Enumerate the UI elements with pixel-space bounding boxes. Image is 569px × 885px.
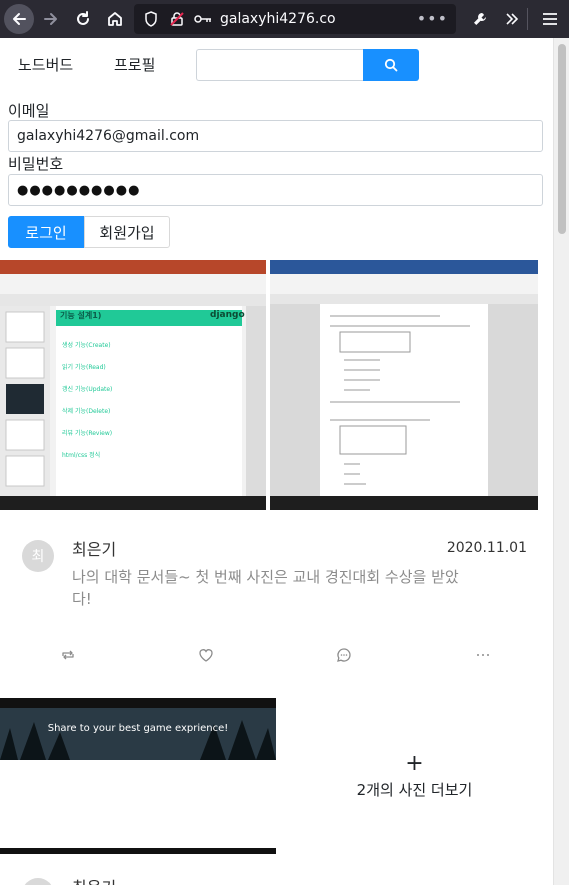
presentation-screenshot [0, 260, 266, 510]
join-button[interactable]: 회원가입 [84, 216, 170, 248]
scrollbar[interactable] [553, 38, 569, 885]
wrench-icon[interactable] [466, 4, 494, 34]
email-field[interactable]: galaxyhi4276@gmail.com [8, 120, 543, 152]
slide-heading: 기능 설계1) [60, 311, 102, 320]
scrollbar-thumb[interactable] [558, 44, 566, 234]
nav-link-profile[interactable]: 프로필 [114, 54, 155, 75]
post-content: 나의 대학 문서들~ 첫 번째 사진은 교내 경진대회 수상을 받았다! [72, 568, 459, 608]
slide-item-3: 갱신 기능(Update) [62, 386, 113, 393]
heart-icon[interactable] [195, 644, 217, 666]
email-label: 이메일 [8, 102, 50, 120]
slide-brand: django [210, 310, 245, 320]
post-author[interactable]: 최은기 [72, 536, 116, 560]
search-button[interactable] [363, 49, 419, 81]
forward-arrow-icon[interactable] [36, 4, 66, 34]
home-icon[interactable] [100, 4, 130, 34]
slide-item-6: html/css 정식 [62, 452, 101, 459]
plus-icon: + [405, 750, 424, 776]
post-actions [0, 644, 553, 666]
more-photos-label: 2개의 사진 더보기 [356, 780, 473, 799]
url-bar[interactable]: galaxyhi4276.co ••• [134, 4, 456, 34]
post-image-document[interactable] [270, 260, 538, 510]
password-value: ●●●●●●●●●● [17, 182, 141, 198]
document-screenshot [270, 260, 538, 510]
toolbar-divider [527, 8, 528, 30]
chevron-double-right-icon[interactable] [498, 4, 526, 34]
key-icon[interactable] [194, 10, 212, 28]
post-image-game-site[interactable]: Share to your best game exprience! [0, 698, 276, 854]
shield-icon[interactable] [142, 10, 160, 28]
ellipsis-icon[interactable] [472, 644, 494, 666]
reload-icon[interactable] [68, 4, 98, 34]
login-button[interactable]: 로그인 [8, 216, 84, 248]
search-input[interactable] [196, 49, 363, 81]
avatar[interactable]: 최 [22, 540, 54, 572]
password-field[interactable]: ●●●●●●●●●● [8, 174, 543, 206]
post-date: 2020.11.01 [446, 540, 527, 556]
game-site-screenshot [0, 698, 276, 854]
slide-item-5: 리뷰 기능(Review) [62, 430, 113, 437]
nav-link-home[interactable]: 노드버드 [18, 54, 73, 75]
post-author[interactable]: 최은기 [72, 874, 116, 885]
url-text[interactable]: galaxyhi4276.co [220, 11, 336, 27]
search-icon [384, 58, 398, 72]
slide-item-4: 삭제 기능(Delete) [62, 408, 111, 415]
more-photos-button[interactable]: + 2개의 사진 더보기 [276, 698, 553, 854]
top-navigation: 노드버드 프로필 [0, 38, 553, 94]
insecure-lock-icon[interactable] [168, 10, 186, 28]
slide-item-1: 생성 기능(Create) [62, 342, 111, 349]
avatar[interactable] [22, 878, 54, 885]
password-label: 비밀번호 [8, 155, 64, 173]
banner-text: Share to your best game exprience! [47, 723, 229, 734]
comment-icon[interactable] [333, 644, 355, 666]
browser-toolbar: galaxyhi4276.co ••• [0, 0, 569, 38]
page-viewport: 노드버드 프로필 이메일 galaxyhi4276@gmail.com 비밀번호… [0, 38, 553, 885]
slide-item-2: 읽기 기능(Read) [62, 364, 106, 371]
hamburger-menu-icon[interactable] [536, 4, 564, 34]
page-actions-icon[interactable]: ••• [417, 9, 448, 28]
back-arrow-icon[interactable] [4, 4, 34, 34]
post-image-presentation[interactable]: 기능 설계1) django 생성 기능(Create) 읽기 기능(Read)… [0, 260, 266, 510]
retweet-icon[interactable] [57, 644, 79, 666]
